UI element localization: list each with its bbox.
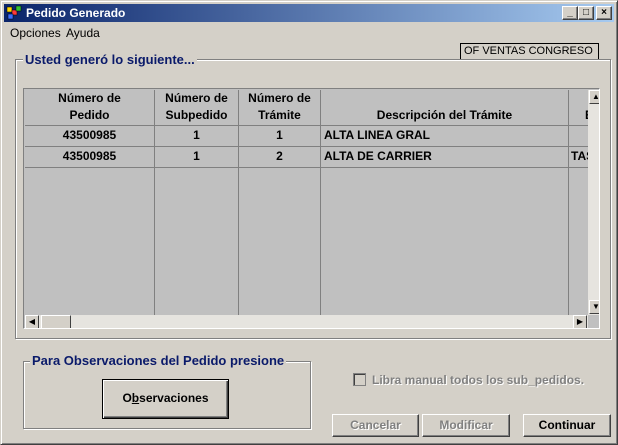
libra-manual-checkbox[interactable]: Libra manual todos los sub_pedidos. (353, 373, 584, 387)
header-line: Descripción del Trámite (376, 108, 513, 122)
horizontal-scrollbar[interactable]: ◀ ▶ (25, 315, 588, 328)
header-line (569, 90, 588, 107)
header-line: E (569, 107, 588, 124)
header-line: Número de (58, 91, 121, 105)
close-button[interactable]: × (596, 6, 612, 20)
cell-pedido: 43500985 (62, 149, 117, 163)
header-line: Número de (165, 91, 228, 105)
vertical-scrollbar[interactable]: ▲ ▼ (588, 90, 599, 315)
header-numero-pedido[interactable]: Número de Pedido (25, 90, 154, 124)
scroll-down-icon[interactable]: ▼ (589, 300, 599, 314)
window-title: Pedido Generado (26, 6, 126, 20)
cell-tramite: 2 (276, 149, 283, 163)
menu-opciones[interactable]: Opciones (10, 26, 61, 40)
scroll-left-icon[interactable]: ◀ (25, 315, 39, 328)
cell-descripcion: ALTA DE CARRIER (324, 149, 432, 163)
header-descripcion[interactable]: Descripción del Trámite (321, 90, 568, 124)
observaciones-label-pre: O (122, 391, 132, 405)
cell-pedido: 43500985 (62, 128, 117, 142)
maximize-button[interactable]: □ (578, 6, 594, 20)
continuar-button[interactable]: Continuar (523, 414, 611, 437)
menu-ayuda[interactable]: Ayuda (66, 26, 100, 40)
header-line: Subpedido (165, 108, 228, 122)
title-bar[interactable]: Pedido Generado _ □ × (4, 4, 614, 22)
cancelar-button[interactable]: Cancelar (332, 414, 419, 437)
cell-e: TASA (571, 149, 588, 163)
modificar-button[interactable]: Modificar (422, 414, 510, 437)
grid-row-divider (25, 167, 588, 168)
scroll-up-icon[interactable]: ▲ (589, 90, 599, 104)
scroll-thumb[interactable] (41, 315, 71, 328)
scroll-right-icon[interactable]: ▶ (573, 315, 587, 328)
main-window: Pedido Generado _ □ × Opciones Ayuda OF … (0, 0, 618, 445)
header-line: Número de (248, 91, 311, 105)
header-numero-tramite[interactable]: Número de Trámite (239, 90, 320, 124)
observaciones-button[interactable]: Observaciones (102, 379, 229, 419)
header-column-e[interactable]: E (569, 90, 588, 124)
observaciones-group-label: Para Observaciones del Pedido presione (30, 353, 287, 368)
minimize-button[interactable]: _ (562, 6, 578, 20)
pedido-grid[interactable]: Número de Pedido Número de Subpedido Núm… (23, 88, 600, 329)
cell-tramite: 1 (276, 128, 283, 142)
cell-descripcion: ALTA LINEA GRAL (324, 128, 430, 142)
header-numero-subpedido[interactable]: Número de Subpedido (155, 90, 238, 124)
grid-body: Número de Pedido Número de Subpedido Núm… (25, 90, 588, 315)
header-line (321, 90, 568, 107)
header-line: Pedido (69, 108, 110, 122)
summary-group-label: Usted generó lo siguiente... (23, 52, 197, 67)
cell-subpedido: 1 (193, 149, 200, 163)
checkbox-label: Libra manual todos los sub_pedidos. (372, 373, 585, 387)
checkbox-box (353, 373, 366, 386)
header-line: Trámite (258, 108, 301, 122)
observaciones-label-post: servaciones (139, 391, 209, 405)
cell-subpedido: 1 (193, 128, 200, 142)
menu-bar: Opciones Ayuda (4, 24, 614, 42)
app-icon (6, 5, 22, 21)
